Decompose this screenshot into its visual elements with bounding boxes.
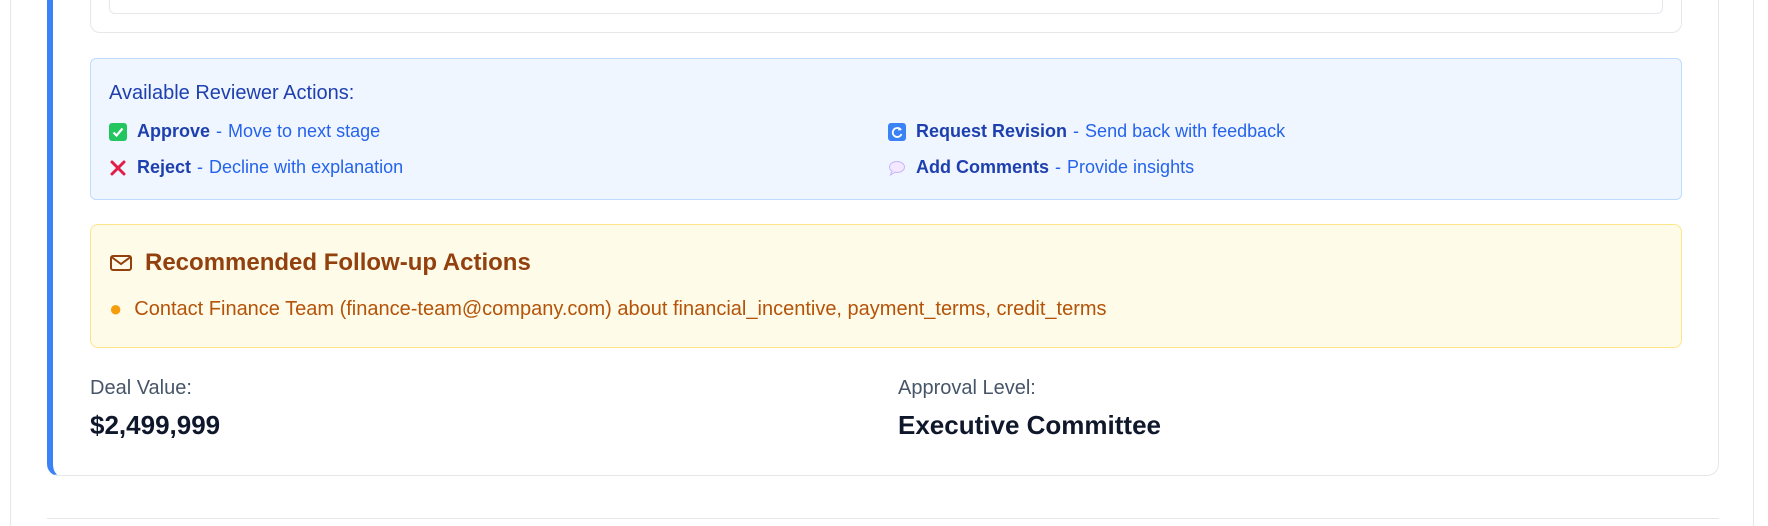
previous-section-inner xyxy=(109,0,1663,14)
action-approve[interactable]: Approve - Move to next stage xyxy=(109,121,380,142)
followup-panel xyxy=(90,224,1682,348)
action-description: Move to next stage xyxy=(228,121,381,141)
cross-icon xyxy=(109,159,127,177)
refresh-icon xyxy=(888,122,906,141)
check-box-icon xyxy=(109,122,127,141)
speech-bubble-icon xyxy=(888,159,906,177)
action-label: Request Revision xyxy=(916,121,1068,141)
deal-value-label: Deal Value: xyxy=(90,377,192,399)
section-divider xyxy=(47,518,1719,519)
followup-item-text: Contact Finance Team (finance-team@compa… xyxy=(134,297,1107,320)
action-description: Provide insights xyxy=(1067,157,1195,177)
action-separator: - xyxy=(197,157,204,177)
followup-title-text: Recommended Follow-up Actions xyxy=(145,249,531,276)
deal-value: $2,499,999 xyxy=(90,410,221,440)
envelope-icon xyxy=(109,251,133,275)
approval-level: Executive Committee xyxy=(898,410,1161,440)
reviewer-actions-title: Available Reviewer Actions: xyxy=(109,82,355,104)
action-separator: - xyxy=(216,121,223,141)
action-request-revision[interactable]: Request Revision - Send back with feedba… xyxy=(888,121,1285,142)
action-label: Add Comments xyxy=(916,157,1050,177)
followup-item: ● Contact Finance Team (finance-team@com… xyxy=(109,296,1107,322)
action-separator: - xyxy=(1055,157,1062,177)
approval-level-label: Approval Level: xyxy=(898,377,1036,399)
followup-title: Recommended Follow-up Actions xyxy=(109,249,531,277)
action-separator: - xyxy=(1073,121,1080,141)
bullet-icon: ● xyxy=(109,296,123,321)
action-reject[interactable]: Reject - Decline with explanation xyxy=(109,157,403,178)
action-description: Decline with explanation xyxy=(209,157,404,177)
action-label: Reject xyxy=(137,157,192,177)
action-label: Approve xyxy=(137,121,211,141)
action-add-comments[interactable]: Add Comments - Provide insights xyxy=(888,157,1194,178)
action-description: Send back with feedback xyxy=(1085,121,1286,141)
